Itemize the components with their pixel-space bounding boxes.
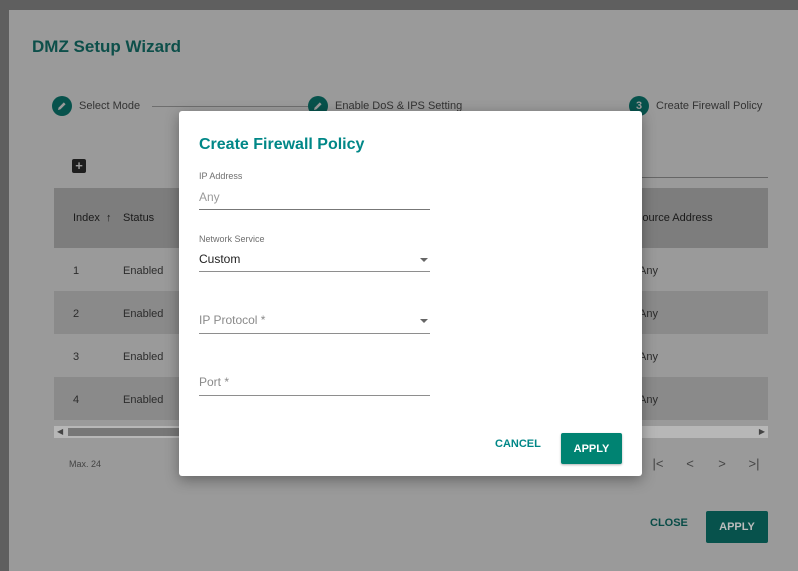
row-index: 3 <box>73 351 80 363</box>
chevron-down-icon <box>420 258 428 262</box>
last-page-icon[interactable]: >| <box>738 456 770 471</box>
ip-address-value: Any <box>199 190 220 204</box>
dialog-title: Create Firewall Policy <box>199 136 365 153</box>
pencil-icon <box>52 96 72 116</box>
add-icon[interactable]: + <box>72 159 86 173</box>
port-input[interactable]: Port * <box>199 373 430 397</box>
column-header-index[interactable]: Index <box>73 212 100 224</box>
ip-protocol-select[interactable]: IP Protocol * <box>199 311 430 335</box>
step-connector <box>152 106 308 107</box>
next-page-icon[interactable]: > <box>706 456 738 471</box>
divider <box>631 177 768 178</box>
sort-up-icon[interactable]: ↑ <box>106 212 112 224</box>
prev-page-icon[interactable]: < <box>674 456 706 471</box>
scroll-right-icon[interactable]: ▶ <box>759 426 765 438</box>
row-status: Enabled <box>123 265 164 277</box>
create-firewall-policy-dialog: Create Firewall Policy IP Address Any Ne… <box>179 111 642 476</box>
network-service-select[interactable]: Network Service Custom <box>199 234 430 274</box>
chevron-down-icon <box>420 319 428 323</box>
field-underline <box>199 209 430 210</box>
row-index: 1 <box>73 265 80 277</box>
field-underline <box>199 271 430 272</box>
row-status: Enabled <box>123 308 164 320</box>
cancel-button[interactable]: CANCEL <box>495 438 541 450</box>
first-page-icon[interactable]: |< <box>642 456 674 471</box>
window-top-bar <box>0 0 798 10</box>
close-button[interactable]: CLOSE <box>650 517 688 529</box>
wizard-apply-button[interactable]: APPLY <box>706 511 768 543</box>
scroll-left-icon[interactable]: ◀ <box>57 426 63 438</box>
ip-address-label: IP Address <box>199 171 243 181</box>
scroll-thumb[interactable] <box>68 428 188 436</box>
row-index: 2 <box>73 308 80 320</box>
row-status: Enabled <box>123 351 164 363</box>
step-create-firewall-policy: 3 Create Firewall Policy <box>629 96 762 116</box>
field-underline <box>199 333 430 334</box>
max-entries-label: Max. 24 <box>69 459 102 469</box>
step-label: Select Mode <box>79 100 141 112</box>
wizard-title: DMZ Setup Wizard <box>32 37 182 56</box>
ip-protocol-placeholder: IP Protocol * <box>199 313 266 327</box>
column-header-status[interactable]: Status <box>123 212 154 224</box>
window-left-bar <box>0 10 9 571</box>
port-placeholder: Port * <box>199 375 230 389</box>
row-status: Enabled <box>123 394 164 406</box>
network-service-value: Custom <box>199 252 241 266</box>
row-index: 4 <box>73 394 80 406</box>
column-header-source-address[interactable]: Source Address <box>635 212 713 224</box>
field-underline <box>199 395 430 396</box>
pagination: |< < > >| <box>642 456 770 471</box>
step-select-mode: Select Mode <box>52 96 140 116</box>
apply-button[interactable]: APPLY <box>561 433 622 464</box>
network-service-label: Network Service <box>199 234 265 244</box>
ip-address-field[interactable]: IP Address Any <box>199 171 430 211</box>
step-label: Create Firewall Policy <box>656 100 763 112</box>
